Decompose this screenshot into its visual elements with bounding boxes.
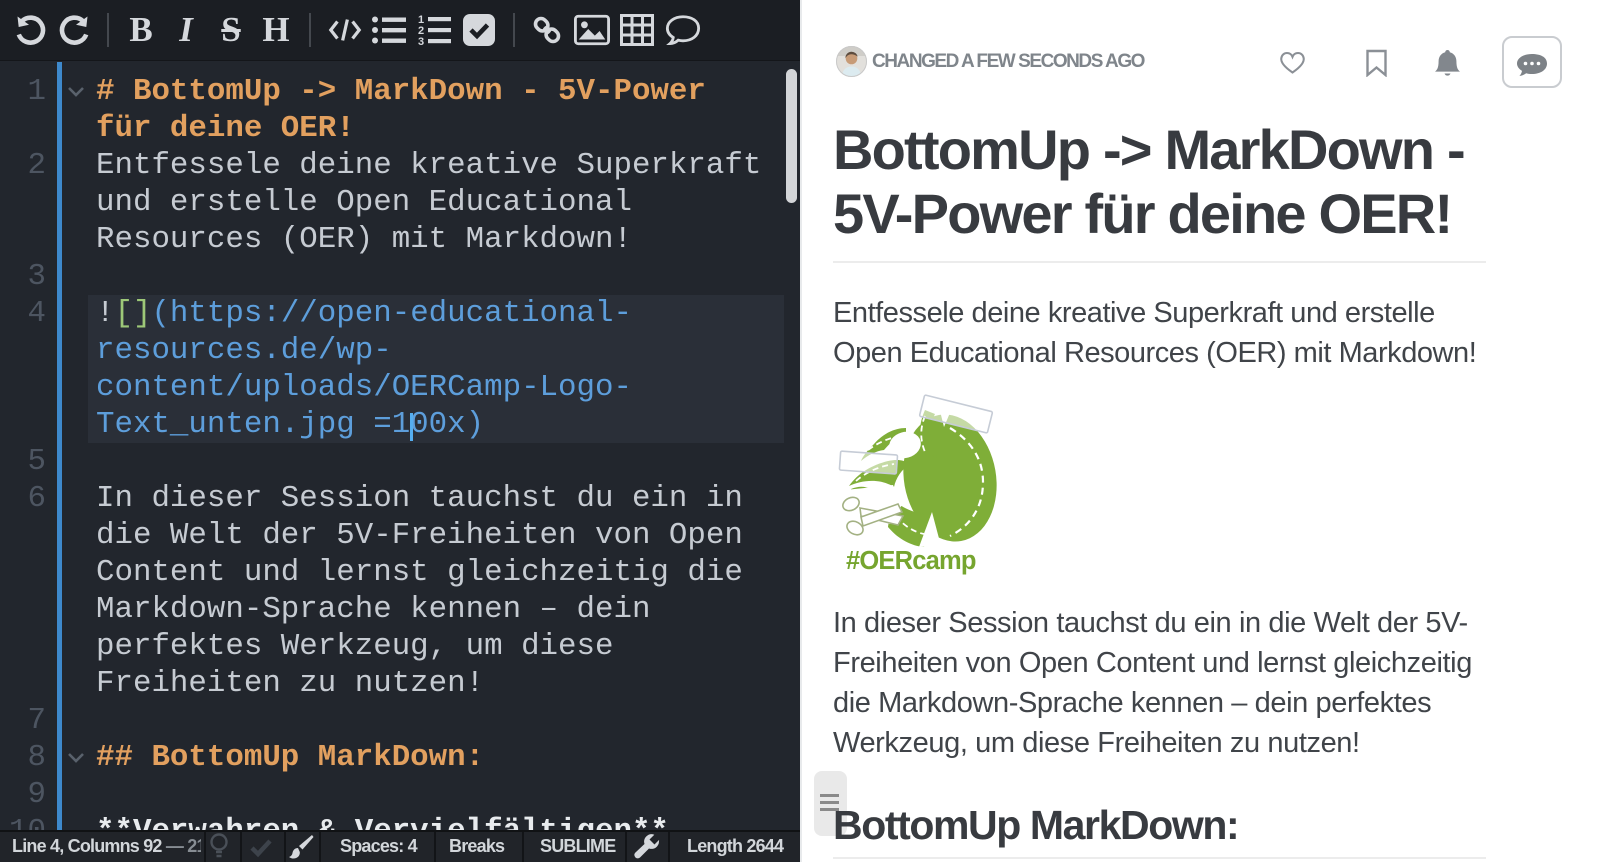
svg-text:#OERcamp: #OERcamp	[846, 547, 976, 575]
svg-text:3: 3	[418, 36, 424, 46]
